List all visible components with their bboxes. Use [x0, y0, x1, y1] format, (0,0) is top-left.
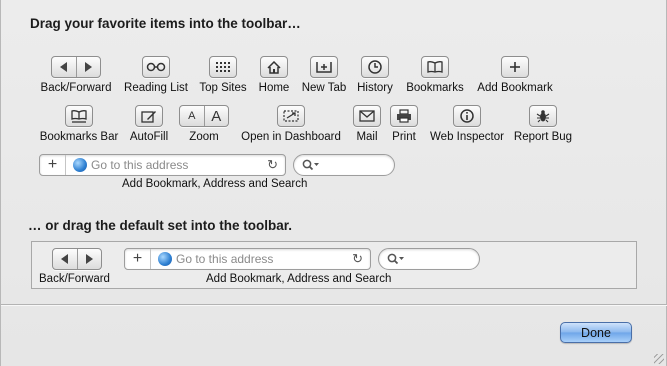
item-label: Back/Forward [40, 82, 112, 94]
zoom-out-icon: A [188, 110, 196, 122]
item-label: Report Bug [513, 131, 573, 143]
search-field-item[interactable] [293, 154, 395, 176]
default-back-forward-button [52, 248, 102, 270]
item-label: Zoom [189, 131, 219, 143]
add-bookmark-icon: + [40, 155, 66, 175]
web-inspector-icon [453, 105, 481, 127]
forward-icon [76, 249, 102, 269]
add-bookmark-icon: + [125, 249, 151, 269]
item-label: Web Inspector [430, 131, 504, 143]
default-address-bar: + Go to this address ↻ [124, 248, 371, 270]
item-label: Add Bookmark [477, 82, 553, 94]
reading-list-icon [142, 56, 170, 78]
home-icon [260, 56, 288, 78]
item-label: Top Sites [199, 82, 247, 94]
add-bookmark-icon [501, 56, 529, 78]
forward-icon [75, 57, 101, 77]
bookmarks-icon [421, 56, 449, 78]
back-forward-button[interactable] [51, 56, 101, 78]
item-label: Reading List [124, 82, 188, 94]
address-placeholder: Go to this address [176, 252, 274, 266]
done-button[interactable]: Done [560, 322, 632, 343]
default-search-field [378, 248, 480, 270]
item-label: History [357, 82, 393, 94]
dashboard-icon [277, 105, 305, 127]
globe-icon [73, 158, 87, 172]
top-sites-icon [209, 56, 237, 78]
print-icon [390, 105, 418, 127]
zoom-in-icon: A [203, 106, 229, 126]
item-label: Bookmarks Bar [39, 131, 119, 143]
default-set-heading: … or drag the default set into the toolb… [28, 218, 293, 233]
address-bar-item[interactable]: + Go to this address ↻ [39, 154, 286, 176]
default-set-box[interactable]: Back/Forward + Go to this address ↻ Add … [31, 241, 637, 289]
reload-icon: ↻ [352, 251, 363, 266]
item-label: AutoFill [129, 131, 169, 143]
new-tab-icon [310, 56, 338, 78]
back-icon [53, 249, 77, 269]
item-label: Open in Dashboard [241, 131, 341, 143]
item-label: Print [392, 131, 416, 143]
zoom-button[interactable]: A A [179, 105, 229, 127]
search-icon [387, 253, 404, 265]
reload-icon: ↻ [267, 157, 278, 172]
autofill-icon [135, 105, 163, 127]
resize-grip-icon[interactable] [654, 354, 664, 364]
globe-icon [158, 252, 172, 266]
item-label: New Tab [301, 82, 347, 94]
bookmarks-bar-icon [65, 105, 93, 127]
footer-divider [1, 304, 667, 305]
address-combo-label: Add Bookmark, Address and Search [122, 178, 308, 190]
customize-toolbar-sheet: Drag your favorite items into the toolba… [0, 0, 667, 366]
item-label: Bookmarks [406, 82, 464, 94]
item-label: Mail [356, 131, 378, 143]
item-label: Home [258, 82, 290, 94]
history-icon [361, 56, 389, 78]
mail-icon [353, 105, 381, 127]
address-placeholder: Go to this address [91, 158, 189, 172]
default-back-forward-label: Back/Forward [39, 273, 110, 285]
favorites-heading: Drag your favorite items into the toolba… [30, 16, 301, 31]
search-icon [302, 159, 319, 171]
default-address-combo-label: Add Bookmark, Address and Search [206, 273, 392, 285]
bug-icon [529, 105, 557, 127]
back-icon [52, 57, 76, 77]
